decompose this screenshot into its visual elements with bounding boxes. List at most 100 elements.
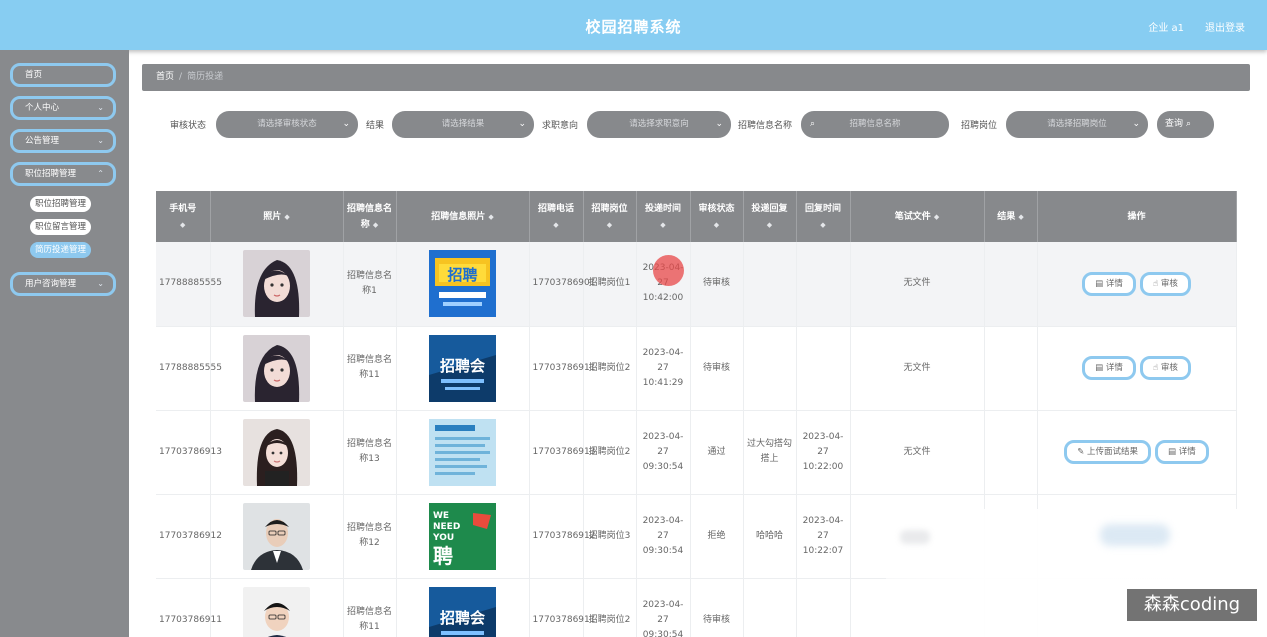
- column-header[interactable]: 结果 ◆: [984, 191, 1038, 242]
- cell-actions: ▤ 详情 ☝ 审核: [1037, 326, 1237, 411]
- detail-button[interactable]: ▤ 详情: [1082, 271, 1136, 296]
- sort-icon[interactable]: ◆: [180, 221, 185, 229]
- recruit-poster[interactable]: 招聘会: [429, 334, 496, 402]
- sort-icon[interactable]: ◆: [488, 213, 493, 221]
- cell-position: 招聘岗位2: [583, 410, 637, 495]
- select-placeholder: 请选择结果: [441, 119, 485, 129]
- sort-icon[interactable]: ◆: [1018, 213, 1023, 221]
- sort-icon[interactable]: ◆: [714, 221, 719, 229]
- sub-item-resume-manage[interactable]: 简历投递管理: [30, 242, 92, 258]
- chevron-down-icon: ⌄: [342, 119, 350, 129]
- cell-info-name: 招聘信息名称12: [343, 494, 397, 579]
- cell-status: 拒绝: [690, 494, 744, 579]
- sort-icon[interactable]: ◆: [373, 221, 378, 229]
- column-header[interactable]: 手机号 ◆: [156, 191, 211, 242]
- sidebar-item-personal-center[interactable]: 个人中心 ⌄: [10, 96, 116, 120]
- cell-tel: 17703786911: [529, 578, 596, 637]
- svg-text:聘: 聘: [433, 544, 453, 568]
- current-user: 企业 a1: [1148, 23, 1184, 34]
- position-label: 招聘岗位: [961, 121, 998, 131]
- cell-position: 招聘岗位2: [583, 326, 637, 411]
- cell-time: 2023-04-27 09:30:54: [636, 578, 691, 637]
- document-icon: ▤: [1095, 363, 1104, 373]
- recruit-poster[interactable]: 招聘: [429, 250, 496, 318]
- edit-icon: ✎: [1077, 447, 1085, 457]
- breadcrumb-current: 简历投递: [187, 72, 224, 82]
- cell-photo: [210, 494, 344, 579]
- document-icon: ▤: [1168, 447, 1177, 457]
- cell-actions: ▤ 详情 ☝ 审核: [1037, 242, 1237, 327]
- sidebar: 首页 个人中心 ⌄ 公告管理 ⌄ 职位招聘管理 ⌃ 职位招聘管理 职位留言管理 简历投…: [0, 50, 129, 637]
- applicant-photo[interactable]: [243, 418, 310, 486]
- cell-position: 招聘岗位3: [583, 494, 637, 579]
- cell-reply-time: [796, 242, 851, 327]
- position-select[interactable]: 请选择招聘岗位 ⌄: [1006, 111, 1148, 138]
- svg-text:招聘会: 招聘会: [440, 357, 485, 375]
- info-name-label: 招聘信息名称: [738, 121, 793, 131]
- sidebar-item-consult[interactable]: 用户咨询管理 ⌄: [10, 272, 116, 296]
- applicant-photo[interactable]: [243, 334, 310, 402]
- cell-phone: 17788885555: [156, 242, 222, 327]
- audit-button[interactable]: ☝ 审核: [1139, 356, 1191, 380]
- column-header[interactable]: 招聘信息名称 ◆: [343, 191, 397, 242]
- column-header[interactable]: 笔试文件 ◆: [850, 191, 985, 242]
- search-icon: ⌕: [810, 119, 816, 129]
- cell-reply: [743, 242, 797, 327]
- column-header[interactable]: 照片 ◆: [210, 191, 344, 242]
- info-name-input[interactable]: ⌕ 招聘信息名称: [801, 111, 949, 138]
- sort-icon[interactable]: ◆: [820, 221, 825, 229]
- sort-icon[interactable]: ◆: [607, 221, 612, 229]
- cell-result: [984, 326, 1038, 411]
- audit-button[interactable]: ☝ 审核: [1139, 271, 1191, 296]
- sidebar-item-home[interactable]: 首页: [10, 63, 116, 87]
- sub-item-message-manage[interactable]: 职位留言管理: [30, 219, 92, 235]
- recruit-poster[interactable]: 招聘会: [429, 586, 496, 637]
- sort-icon[interactable]: ◆: [553, 221, 558, 229]
- sidebar-item-recruit[interactable]: 职位招聘管理 ⌃: [10, 162, 116, 186]
- svg-text:招聘会: 招聘会: [440, 609, 485, 627]
- upload-interview-button[interactable]: ✎ 上传面试结果: [1064, 440, 1152, 464]
- review-status-select[interactable]: 请选择审核状态 ⌄: [216, 111, 358, 138]
- sub-item-recruit-manage[interactable]: 职位招聘管理: [30, 196, 92, 212]
- sort-icon[interactable]: ◆: [934, 213, 939, 221]
- cursor-highlight: [653, 255, 684, 286]
- applicant-photo[interactable]: [243, 502, 310, 570]
- search-button[interactable]: 查询 ⌕: [1157, 111, 1214, 138]
- column-header[interactable]: 投递回复 ◆: [743, 191, 797, 242]
- cell-photo: [210, 410, 344, 495]
- cell-status: 通过: [690, 410, 744, 495]
- column-header[interactable]: 招聘电话 ◆: [529, 191, 584, 242]
- cell-actions: ✎ 上传面试结果 ▤ 详情: [1037, 410, 1237, 495]
- column-header[interactable]: 招聘岗位 ◆: [583, 191, 637, 242]
- column-header[interactable]: 回复时间 ◆: [796, 191, 851, 242]
- applicant-photo[interactable]: [243, 586, 310, 637]
- table-row: 17788885555 招聘信息名称11 招聘会 17703786911 招聘岗位2 20…: [156, 326, 1237, 411]
- breadcrumb-home[interactable]: 首页: [156, 72, 174, 82]
- sort-icon[interactable]: ◆: [660, 221, 665, 229]
- watermark: 森森coding: [1127, 589, 1257, 621]
- detail-button[interactable]: ▤ 详情: [1155, 440, 1209, 464]
- recruit-poster[interactable]: WE NEED YOU 聘: [429, 502, 496, 570]
- column-header[interactable]: 招聘信息照片 ◆: [396, 191, 530, 242]
- detail-button[interactable]: ▤ 详情: [1082, 356, 1136, 380]
- sidebar-item-notice[interactable]: 公告管理 ⌄: [10, 129, 116, 153]
- cell-time: 2023-04-27 09:30:54: [636, 494, 691, 579]
- cell-poster: WE NEED YOU 聘: [396, 494, 530, 579]
- sort-icon[interactable]: ◆: [284, 213, 289, 221]
- cell-reply-time: 2023-04-27 10:22:00: [796, 410, 851, 495]
- table-row: 17788885555招聘信息名称1招聘17703786901招聘岗位12023…: [156, 242, 1237, 327]
- select-placeholder: 请选择审核状态: [257, 119, 317, 129]
- table-header-row: 手机号 ◆ 照片 ◆ 招聘信息名称 ◆ 招聘信息照片 ◆ 招聘电话 ◆ 招聘岗位 ◆ …: [156, 191, 1237, 242]
- column-header[interactable]: 投递时间 ◆: [636, 191, 691, 242]
- recruit-poster[interactable]: [429, 418, 496, 486]
- intention-select[interactable]: 请选择求职意向 ⌄: [587, 111, 731, 138]
- result-select[interactable]: 请选择结果 ⌄: [392, 111, 534, 138]
- column-header[interactable]: 审核状态 ◆: [690, 191, 744, 242]
- cell-photo: [210, 242, 344, 327]
- applicant-photo[interactable]: [243, 250, 310, 318]
- select-placeholder: 请选择求职意向: [629, 119, 689, 129]
- sort-icon[interactable]: ◆: [767, 221, 772, 229]
- cell-time: 2023-04-27 09:30:54: [636, 410, 691, 495]
- logout-link[interactable]: 退出登录: [1205, 19, 1245, 34]
- chevron-down-icon: ⌄: [715, 119, 723, 129]
